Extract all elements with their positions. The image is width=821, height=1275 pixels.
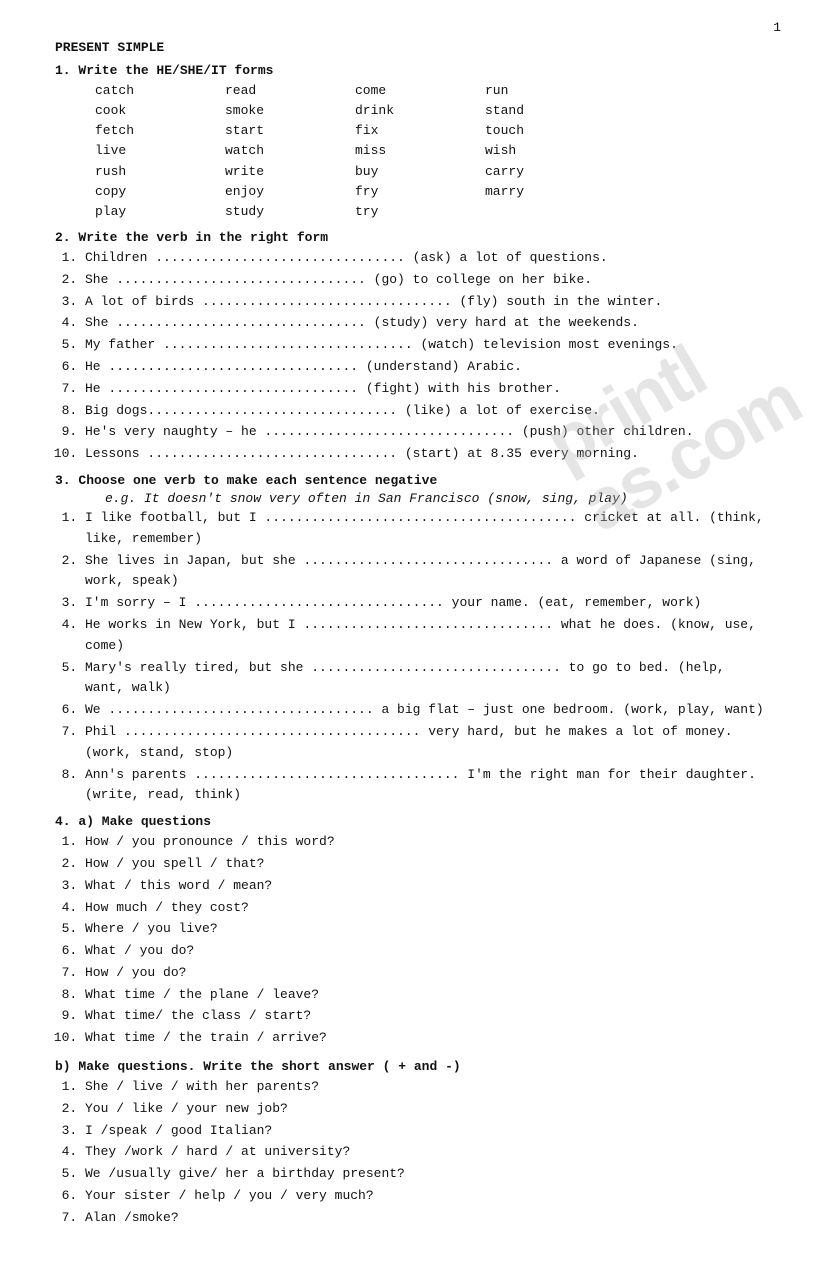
verb: copy xyxy=(95,182,225,202)
list-item: We /usually give/ her a birthday present… xyxy=(85,1164,766,1185)
verb: rush xyxy=(95,162,225,182)
list-item: I /speak / good Italian? xyxy=(85,1121,766,1142)
list-item: He ................................ (und… xyxy=(85,357,766,378)
list-item: Lessons ................................… xyxy=(85,444,766,465)
list-item: Children ...............................… xyxy=(85,248,766,269)
section-4a: 4. a) Make questions How / you pronounce… xyxy=(55,814,766,1049)
list-item: Mary's really tired, but she ...........… xyxy=(85,658,766,700)
section3-list: I like football, but I .................… xyxy=(85,508,766,806)
list-item: Big dogs................................… xyxy=(85,401,766,422)
list-item: What time / the plane / leave? xyxy=(85,985,766,1006)
verb: fry xyxy=(355,182,485,202)
section2-heading: 2. Write the verb in the right form xyxy=(55,230,766,245)
page-number: 1 xyxy=(773,20,781,35)
list-item: Your sister / help / you / very much? xyxy=(85,1186,766,1207)
list-item: Ann's parents ..........................… xyxy=(85,765,766,807)
verb: start xyxy=(225,121,355,141)
section-4b: b) Make questions. Write the short answe… xyxy=(55,1059,766,1229)
section4b-list: She / live / with her parents? You / lik… xyxy=(85,1077,766,1229)
list-item: He's very naughty – he .................… xyxy=(85,422,766,443)
verb: try xyxy=(355,202,485,222)
main-title: PRESENT SIMPLE xyxy=(55,40,766,55)
verb: live xyxy=(95,141,225,161)
list-item: I like football, but I .................… xyxy=(85,508,766,550)
verb: write xyxy=(225,162,355,182)
list-item: What time / the train / arrive? xyxy=(85,1028,766,1049)
verb: enjoy xyxy=(225,182,355,202)
verb: miss xyxy=(355,141,485,161)
list-item: He ................................ (fig… xyxy=(85,379,766,400)
verb-grid: catch read come run cook smoke drink sta… xyxy=(95,81,766,222)
verb: smoke xyxy=(225,101,355,121)
verb: touch xyxy=(485,121,615,141)
section-2: 2. Write the verb in the right form Chil… xyxy=(55,230,766,465)
list-item: She ................................ (st… xyxy=(85,313,766,334)
list-item: He works in New York, but I ............… xyxy=(85,615,766,657)
verb: fetch xyxy=(95,121,225,141)
list-item: What time/ the class / start? xyxy=(85,1006,766,1027)
list-item: She lives in Japan, but she ............… xyxy=(85,551,766,593)
list-item: A lot of birds .........................… xyxy=(85,292,766,313)
section2-list: Children ...............................… xyxy=(85,248,766,465)
verb: fix xyxy=(355,121,485,141)
list-item: They /work / hard / at university? xyxy=(85,1142,766,1163)
verb: read xyxy=(225,81,355,101)
verb: play xyxy=(95,202,225,222)
verb: buy xyxy=(355,162,485,182)
verb: run xyxy=(485,81,615,101)
verb: study xyxy=(225,202,355,222)
verb: watch xyxy=(225,141,355,161)
list-item: How / you spell / that? xyxy=(85,854,766,875)
list-item: Alan /smoke? xyxy=(85,1208,766,1229)
verb: carry xyxy=(485,162,615,182)
section4b-heading: b) Make questions. Write the short answe… xyxy=(55,1059,766,1074)
list-item: What / this word / mean? xyxy=(85,876,766,897)
list-item: You / like / your new job? xyxy=(85,1099,766,1120)
verb: come xyxy=(355,81,485,101)
list-item: What / you do? xyxy=(85,941,766,962)
section3-heading: 3. Choose one verb to make each sentence… xyxy=(55,473,766,488)
section1-heading: 1. Write the HE/SHE/IT forms xyxy=(55,63,766,78)
list-item: I'm sorry – I ..........................… xyxy=(85,593,766,614)
list-item: How / you do? xyxy=(85,963,766,984)
section4a-list: How / you pronounce / this word? How / y… xyxy=(85,832,766,1049)
list-item: Phil ...................................… xyxy=(85,722,766,764)
section3-example: e.g. It doesn't snow very often in San F… xyxy=(105,491,766,506)
list-item: How / you pronounce / this word? xyxy=(85,832,766,853)
list-item: How much / they cost? xyxy=(85,898,766,919)
list-item: My father ..............................… xyxy=(85,335,766,356)
verb: catch xyxy=(95,81,225,101)
section4a-heading: 4. a) Make questions xyxy=(55,814,766,829)
verb: wish xyxy=(485,141,615,161)
verb: stand xyxy=(485,101,615,121)
list-item: We .................................. a … xyxy=(85,700,766,721)
list-item: Where / you live? xyxy=(85,919,766,940)
verb: marry xyxy=(485,182,615,202)
verb: cook xyxy=(95,101,225,121)
section-1: 1. Write the HE/SHE/IT forms catch read … xyxy=(55,63,766,222)
verb: drink xyxy=(355,101,485,121)
document-title: PRESENT SIMPLE xyxy=(55,40,766,55)
list-item: She / live / with her parents? xyxy=(85,1077,766,1098)
verb xyxy=(485,202,615,222)
list-item: She ................................ (go… xyxy=(85,270,766,291)
section-3: 3. Choose one verb to make each sentence… xyxy=(55,473,766,806)
